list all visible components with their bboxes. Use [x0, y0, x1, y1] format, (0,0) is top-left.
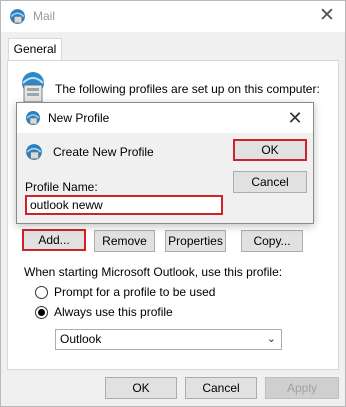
mail-globe-icon — [26, 144, 42, 160]
window-title: Mail — [33, 9, 56, 23]
new-profile-dialog: New Profile ✕ Create New Profile OK Canc… — [16, 102, 314, 224]
properties-button[interactable]: Properties — [165, 230, 226, 252]
close-button[interactable]: ✕ — [317, 5, 337, 27]
profile-dropdown[interactable]: Outlook ⌄ — [55, 329, 282, 350]
profiles-description: The following profiles are set up on thi… — [55, 82, 320, 96]
radio-prompt-profile[interactable]: Prompt for a profile to be used — [35, 283, 215, 301]
profiles-computer-icon — [22, 72, 44, 103]
profile-name-label: Profile Name: — [25, 180, 98, 194]
mail-globe-icon — [10, 9, 25, 24]
radio-always-use-profile[interactable]: Always use this profile — [35, 303, 173, 321]
mail-window: Mail ✕ General The following profiles ar… — [0, 0, 346, 407]
apply-button[interactable]: Apply — [265, 377, 339, 399]
radio-button[interactable] — [35, 285, 48, 299]
add-profile-button[interactable]: Add... — [22, 229, 86, 251]
ok-button[interactable]: OK — [105, 377, 177, 399]
chevron-down-icon: ⌄ — [266, 333, 276, 345]
profile-name-input[interactable]: outlook neww — [25, 195, 223, 215]
startup-profile-label: When starting Microsoft Outlook, use thi… — [24, 265, 283, 279]
radio-always-label: Always use this profile — [54, 305, 173, 319]
cancel-button[interactable]: Cancel — [185, 377, 257, 399]
tab-general[interactable]: General — [8, 38, 62, 61]
dialog-close-button[interactable]: ✕ — [285, 107, 305, 129]
mail-globe-icon — [26, 111, 40, 125]
radio-prompt-label: Prompt for a profile to be used — [54, 285, 216, 299]
title-bar: Mail ✕ — [1, 1, 345, 32]
dialog-title: New Profile — [48, 111, 110, 125]
copy-profile-button[interactable]: Copy... — [241, 230, 303, 252]
create-new-profile-text: Create New Profile — [53, 145, 154, 159]
remove-profile-button[interactable]: Remove — [94, 230, 155, 252]
profile-dropdown-value: Outlook — [60, 332, 102, 346]
dialog-cancel-button[interactable]: Cancel — [233, 171, 307, 193]
dialog-title-bar: New Profile ✕ — [17, 103, 313, 133]
radio-button-checked[interactable] — [35, 305, 48, 319]
dialog-ok-button[interactable]: OK — [233, 139, 307, 161]
